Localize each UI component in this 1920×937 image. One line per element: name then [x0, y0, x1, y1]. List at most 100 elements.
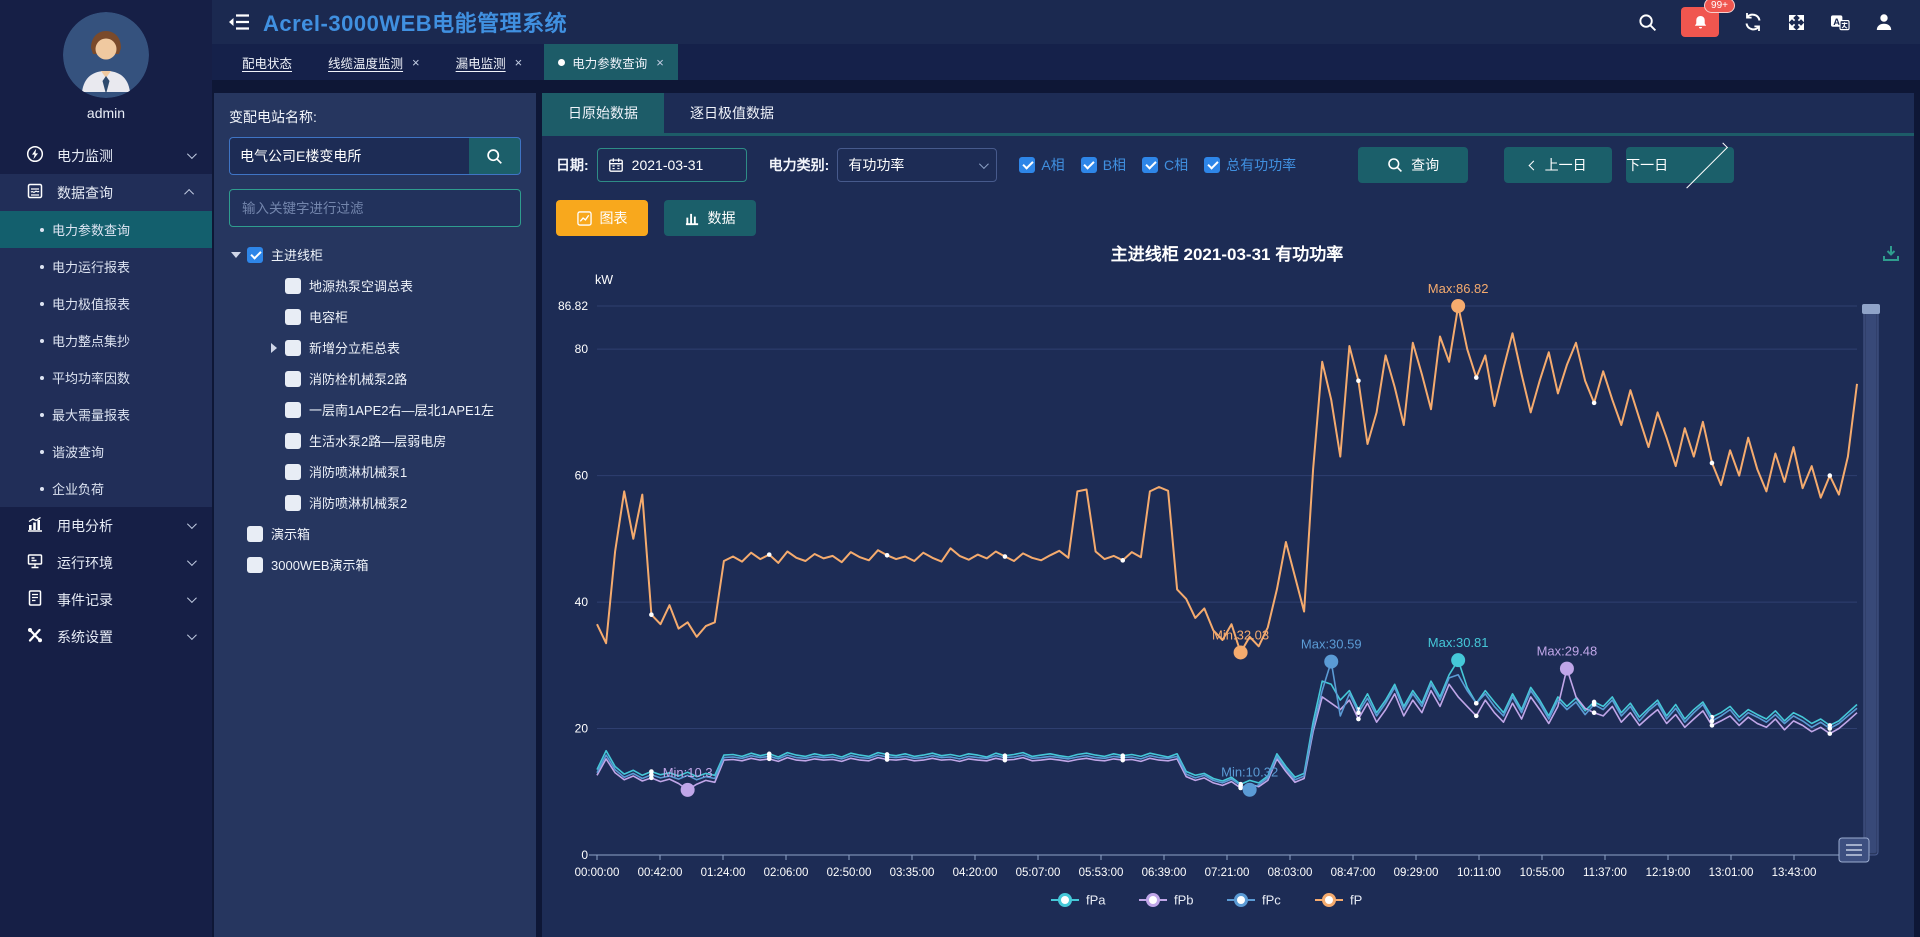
close-icon[interactable]: ×: [515, 55, 523, 70]
tree-checkbox[interactable]: [285, 340, 301, 356]
checkbox-checked-icon[interactable]: [1019, 157, 1035, 173]
window-tab[interactable]: 漏电监测×: [442, 44, 537, 80]
data-view-button[interactable]: 数据: [664, 200, 756, 236]
legend-item-fPc[interactable]: fPc: [1227, 893, 1281, 908]
tree-node[interactable]: 3000WEB演示箱: [229, 549, 521, 580]
data-point-marker: [885, 553, 890, 558]
tree-node[interactable]: 演示箱: [229, 518, 521, 549]
search-icon[interactable]: [1638, 13, 1657, 32]
language-icon[interactable]: A: [1830, 13, 1850, 32]
menu-collapse-icon[interactable]: [228, 13, 250, 31]
chart-zoom-filler[interactable]: [1866, 308, 1877, 853]
sidebar-subitem[interactable]: 电力整点集抄: [0, 322, 212, 359]
sidebar-subitem[interactable]: 平均功率因数: [0, 359, 212, 396]
active-dot-icon: [558, 59, 565, 66]
tree-checkbox[interactable]: [285, 402, 301, 418]
legend-item-fPa[interactable]: fPa: [1051, 893, 1106, 908]
chevron-icon: [187, 630, 197, 640]
station-input[interactable]: [229, 137, 469, 175]
data-point-marker: [767, 552, 772, 557]
sidebar-item[interactable]: 电力监测: [0, 137, 212, 174]
window-tab[interactable]: 配电状态: [228, 44, 306, 80]
download-icon[interactable]: [1882, 244, 1900, 267]
tree-node[interactable]: 一层南1APE2右—层北1APE1左: [229, 394, 521, 425]
window-tab[interactable]: 电力参数查询×: [544, 44, 678, 80]
tree-checkbox[interactable]: [285, 433, 301, 449]
tree-node[interactable]: 消防喷淋机械泵1: [229, 456, 521, 487]
close-icon[interactable]: ×: [412, 55, 420, 70]
tree-node[interactable]: 消防栓机械泵2路: [229, 363, 521, 394]
avatar[interactable]: [63, 12, 149, 98]
y-tick-label: 20: [575, 722, 589, 736]
query-controls: 日期: 2021-03-31 电力类别: 有功功率 A相B相C相总有功功率 查询: [542, 136, 1914, 194]
x-tick-label: 08:03:00: [1268, 867, 1313, 879]
tree-filter-input[interactable]: [229, 189, 521, 227]
tree-checkbox[interactable]: [285, 495, 301, 511]
user-icon[interactable]: [1874, 12, 1894, 32]
sidebar-item[interactable]: 运行环境: [0, 544, 212, 581]
data-point-marker: [649, 772, 654, 777]
refresh-icon[interactable]: [1743, 12, 1763, 32]
checkbox-checked-icon[interactable]: [1142, 157, 1158, 173]
sidebar-subitem[interactable]: 企业负荷: [0, 470, 212, 507]
prev-day-button[interactable]: 上一日: [1504, 147, 1612, 183]
tree-node[interactable]: 地源热泵空调总表: [229, 270, 521, 301]
next-day-button[interactable]: 下一日: [1626, 147, 1734, 183]
station-search-button[interactable]: [469, 137, 521, 175]
phase-checkbox[interactable]: A相: [1019, 155, 1064, 175]
tree-node[interactable]: 主进线柜: [229, 239, 521, 270]
phase-checkbox[interactable]: C相: [1142, 155, 1188, 175]
legend-item-fP[interactable]: fP: [1315, 893, 1362, 908]
phase-checkbox[interactable]: 总有功功率: [1204, 155, 1296, 175]
sidebar-item[interactable]: 事件记录: [0, 581, 212, 618]
sidebar-item[interactable]: 系统设置: [0, 618, 212, 655]
query-button[interactable]: 查询: [1358, 147, 1468, 183]
caret-right-icon[interactable]: [267, 343, 281, 353]
tree-node[interactable]: 新增分立柜总表: [229, 332, 521, 363]
tree-checkbox[interactable]: [285, 464, 301, 480]
fullscreen-icon[interactable]: [1787, 13, 1806, 32]
chevron-icon: [187, 149, 197, 159]
legend-item-fPb[interactable]: fPb: [1139, 893, 1194, 908]
sidebar-subitem[interactable]: 最大需量报表: [0, 396, 212, 433]
x-tick-label: 08:47:00: [1331, 867, 1376, 879]
tree-checkbox[interactable]: [247, 526, 263, 542]
data-view-tab[interactable]: 日原始数据: [542, 93, 664, 133]
tree-node[interactable]: 消防喷淋机械泵2: [229, 487, 521, 518]
category-value: 有功功率: [848, 155, 904, 175]
data-view-tab[interactable]: 逐日极值数据: [664, 93, 800, 133]
sidebar-item[interactable]: 数据查询: [0, 174, 212, 211]
sidebar-subitem[interactable]: 电力极值报表: [0, 285, 212, 322]
y-axis-unit: kW: [595, 273, 613, 287]
data-point-marker: [1592, 401, 1597, 406]
checkbox-checked-icon[interactable]: [1204, 157, 1220, 173]
sidebar-subitem[interactable]: 谐波查询: [0, 433, 212, 470]
tree-checkbox[interactable]: [285, 309, 301, 325]
sidebar-subitem[interactable]: 电力参数查询: [0, 211, 212, 248]
x-tick-label: 05:53:00: [1079, 867, 1124, 879]
y-tick-label: 40: [575, 595, 589, 609]
chart-zoom-handle-top[interactable]: [1862, 304, 1880, 314]
tree-node[interactable]: 电容柜: [229, 301, 521, 332]
tree-checkbox[interactable]: [285, 371, 301, 387]
tree-node[interactable]: 生活水泵2路—层弱电房: [229, 425, 521, 456]
chart-view-button[interactable]: 图表: [556, 200, 648, 236]
data-point-marker: [1474, 701, 1479, 706]
sidebar-item[interactable]: 用电分析: [0, 507, 212, 544]
x-tick-label: 06:39:00: [1142, 867, 1187, 879]
window-tab[interactable]: 线缆温度监测×: [314, 44, 434, 80]
phase-checkbox[interactable]: B相: [1081, 155, 1126, 175]
date-picker[interactable]: 2021-03-31: [597, 148, 747, 182]
sidebar-subitem[interactable]: 电力运行报表: [0, 248, 212, 285]
chart-title: 主进线柜 2021-03-31 有功功率: [1111, 244, 1343, 264]
close-icon[interactable]: ×: [656, 55, 664, 70]
tree-checkbox[interactable]: [247, 557, 263, 573]
chevron-icon: [187, 556, 197, 566]
tree-checkbox[interactable]: [247, 247, 263, 263]
caret-down-icon[interactable]: [229, 252, 243, 258]
tree-checkbox[interactable]: [285, 278, 301, 294]
notifications-button[interactable]: 99+: [1681, 7, 1719, 37]
category-select[interactable]: 有功功率: [837, 148, 997, 182]
nav-group-analysis: 用电分析: [0, 507, 212, 544]
checkbox-checked-icon[interactable]: [1081, 157, 1097, 173]
